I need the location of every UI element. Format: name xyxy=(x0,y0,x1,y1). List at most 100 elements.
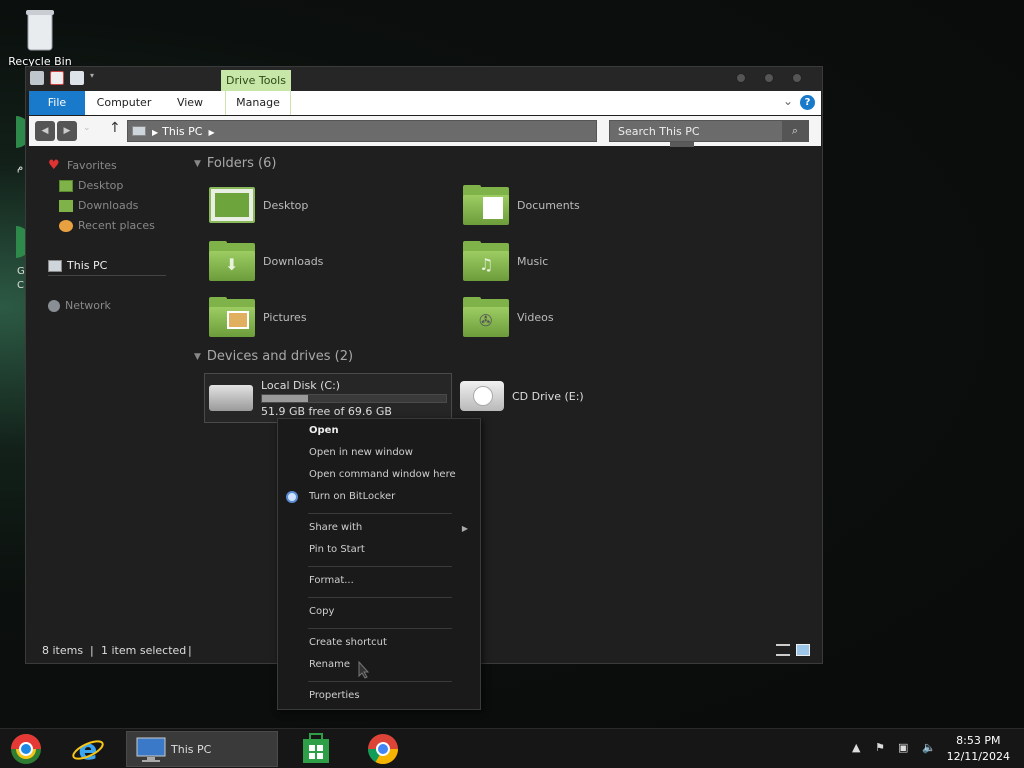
large-icons-view-icon[interactable] xyxy=(796,644,810,656)
taskbar-store[interactable] xyxy=(298,731,338,767)
menu-item-open-command-window[interactable]: Open command window here xyxy=(309,469,456,480)
desktop-icon-label-partial: م xyxy=(17,162,24,173)
folder-videos[interactable]: ✇ Videos xyxy=(463,297,554,337)
collapse-arrow-icon[interactable]: ▼ xyxy=(194,159,201,169)
group-header-devices[interactable]: ▼ Devices and drives (2) xyxy=(194,349,353,364)
tab-file[interactable]: File xyxy=(29,91,85,115)
tab-view[interactable]: View xyxy=(165,91,215,115)
menu-item-rename[interactable]: Rename xyxy=(309,659,350,670)
menu-separator xyxy=(308,597,452,598)
folder-documents[interactable]: Documents xyxy=(463,185,580,225)
volume-muted-icon[interactable]: 🔈 xyxy=(922,741,936,754)
menu-item-properties[interactable]: Properties xyxy=(309,690,360,701)
menu-item-format[interactable]: Format... xyxy=(309,575,354,586)
nav-label: Desktop xyxy=(78,179,124,192)
system-clock[interactable]: 8:53 PM 12/11/2024 xyxy=(947,733,1010,765)
menu-item-open-new-window[interactable]: Open in new window xyxy=(309,447,413,458)
desktop-folder-icon xyxy=(209,185,255,225)
drive-name: Local Disk (C:) xyxy=(261,378,341,392)
nav-label: Favorites xyxy=(67,159,117,172)
taskbar-app-label: This PC xyxy=(171,743,212,756)
hard-disk-icon xyxy=(209,385,253,411)
taskbar-this-pc[interactable]: This PC xyxy=(126,731,278,767)
folder-music[interactable]: ♫ Music xyxy=(463,241,548,281)
computer-icon xyxy=(136,737,166,762)
folder-label: Music xyxy=(517,254,549,268)
chrome-icon xyxy=(368,734,398,765)
folder-desktop[interactable]: Desktop xyxy=(209,185,308,225)
nav-label: Network xyxy=(65,299,111,312)
properties-icon[interactable] xyxy=(50,71,64,85)
status-separator: | xyxy=(90,644,94,657)
drive-usage-fill xyxy=(262,394,308,402)
taskbar-internet-explorer[interactable]: e xyxy=(70,731,110,767)
forward-button[interactable]: ▶ xyxy=(57,121,77,141)
chevron-down-icon[interactable]: ⌄ xyxy=(783,94,793,108)
downloads-folder-icon: ⬇ xyxy=(209,241,255,281)
bitlocker-icon xyxy=(286,491,298,503)
help-icon[interactable]: ? xyxy=(800,95,815,110)
close-button[interactable] xyxy=(792,73,802,83)
pictures-folder-icon xyxy=(209,297,255,337)
search-box[interactable]: Search This PC ⌕ xyxy=(609,120,809,142)
store-icon xyxy=(303,733,329,763)
videos-folder-icon: ✇ xyxy=(463,297,509,337)
new-folder-icon[interactable] xyxy=(70,71,84,85)
minimize-button[interactable] xyxy=(736,73,746,83)
taskbar: e This PC ▲ ⚑ ▣ 🔈 8:53 PM 12/11/2024 xyxy=(0,728,1024,768)
nav-network[interactable]: Network xyxy=(48,299,111,312)
nav-favorites[interactable]: ♥ Favorites xyxy=(48,159,117,173)
recent-locations-icon[interactable]: ⌄ xyxy=(83,123,91,133)
menu-separator xyxy=(308,681,452,682)
breadcrumb-arrow-icon[interactable]: ▶ xyxy=(152,128,158,137)
collapse-arrow-icon[interactable]: ▼ xyxy=(194,352,201,362)
up-arrow-icon[interactable]: ↑ xyxy=(109,120,121,136)
drive-tools-context-tab: Drive Tools xyxy=(221,70,291,92)
menu-separator xyxy=(308,566,452,567)
drive-cd-e[interactable]: CD Drive (E:) xyxy=(460,381,584,411)
tab-computer[interactable]: Computer xyxy=(89,91,159,115)
back-button[interactable]: ◀ xyxy=(35,121,55,141)
menu-item-copy[interactable]: Copy xyxy=(309,606,334,617)
nav-this-pc[interactable]: This PC xyxy=(48,259,107,272)
tab-manage[interactable]: Manage xyxy=(225,91,291,115)
folder-pictures[interactable]: Pictures xyxy=(209,297,307,337)
navigation-pane: ♥ Favorites Desktop Downloads Recent pla… xyxy=(26,147,186,627)
menu-item-pin-to-start[interactable]: Pin to Start xyxy=(309,544,365,555)
drive-local-disk-c[interactable]: Local Disk (C:) 51.9 GB free of 69.6 GB xyxy=(204,373,452,423)
taskbar-chrome[interactable] xyxy=(365,731,405,767)
menu-item-create-shortcut[interactable]: Create shortcut xyxy=(309,637,387,648)
nav-label: This PC xyxy=(67,259,108,272)
nav-downloads[interactable]: Downloads xyxy=(59,199,138,212)
computer-icon[interactable] xyxy=(30,71,44,85)
group-header-folders[interactable]: ▼ Folders (6) xyxy=(194,156,276,171)
desktop-icon-label-partial: C xyxy=(17,280,24,291)
action-center-flag-icon[interactable]: ⚑ xyxy=(875,741,885,754)
desktop-icon-recycle-bin[interactable]: Recycle Bin xyxy=(8,6,72,68)
nav-recent-places[interactable]: Recent places xyxy=(59,219,155,232)
menu-item-share-with[interactable]: Share with xyxy=(309,522,362,533)
folder-downloads[interactable]: ⬇ Downloads xyxy=(209,241,323,281)
submenu-arrow-icon: ▶ xyxy=(461,524,468,533)
details-view-icon[interactable] xyxy=(776,644,790,656)
menu-item-open[interactable]: Open xyxy=(309,425,339,436)
nav-label: Downloads xyxy=(78,199,139,212)
menu-item-turn-on-bitlocker[interactable]: Turn on BitLocker xyxy=(309,491,395,502)
show-hidden-icons-icon[interactable]: ▲ xyxy=(852,741,860,754)
status-selected: 1 item selected xyxy=(101,644,187,657)
address-bar[interactable]: ▶This PC▶ ⟳ xyxy=(127,120,694,147)
documents-folder-icon xyxy=(463,185,509,225)
folder-label: Pictures xyxy=(263,310,307,324)
nav-desktop[interactable]: Desktop xyxy=(59,179,123,192)
breadcrumb-this-pc[interactable]: This PC xyxy=(162,125,202,138)
network-status-icon[interactable]: ▣ xyxy=(898,741,908,754)
search-icon[interactable]: ⌕ xyxy=(782,121,808,141)
breadcrumb-arrow-icon[interactable]: ▶ xyxy=(208,128,214,137)
title-bar[interactable]: ▾ Drive Tools xyxy=(26,67,822,92)
maximize-button[interactable] xyxy=(764,73,774,83)
computer-icon xyxy=(132,126,146,136)
start-button[interactable] xyxy=(8,731,48,767)
quick-access-toolbar: ▾ xyxy=(30,71,98,85)
chevron-down-icon[interactable]: ▾ xyxy=(90,71,98,85)
status-item-count: 8 items xyxy=(42,644,84,657)
